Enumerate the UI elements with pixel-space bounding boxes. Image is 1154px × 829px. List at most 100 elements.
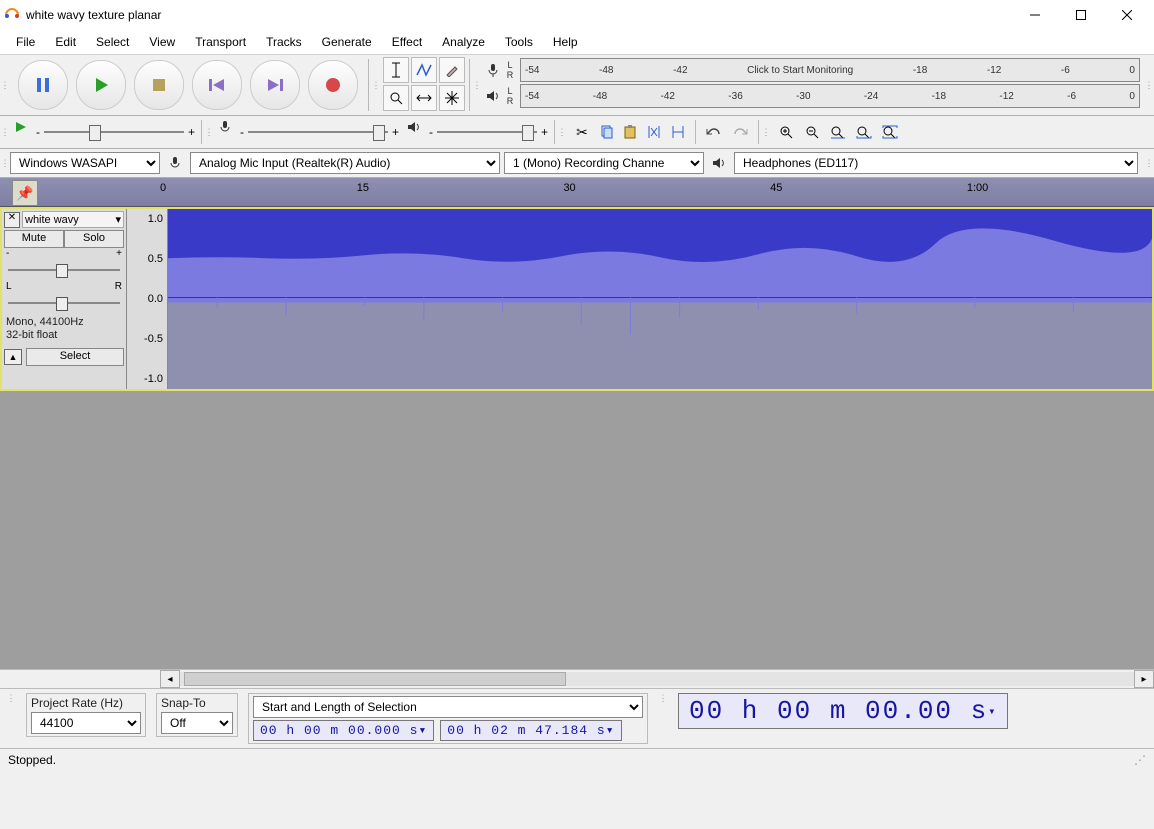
selection-length-time[interactable]: 00 h 02 m 47.184 s▾	[440, 720, 621, 741]
menu-view[interactable]: View	[139, 33, 185, 51]
vertical-scale[interactable]: 1.0 0.5 0.0 -0.5 -1.0	[127, 209, 168, 389]
pin-button[interactable]: 📌	[12, 180, 38, 206]
mic-icon[interactable]	[482, 59, 504, 81]
playback-device-select[interactable]: Headphones (ED117)	[734, 152, 1138, 174]
track-gain-slider[interactable]	[8, 263, 120, 277]
snap-to-select[interactable]: Off	[161, 712, 233, 734]
menu-effect[interactable]: Effect	[382, 33, 432, 51]
tracks-empty-area[interactable]	[0, 391, 1154, 669]
speaker-icon[interactable]	[482, 85, 504, 107]
mic-icon	[214, 116, 236, 138]
scroll-left-button[interactable]: ◂	[160, 670, 180, 688]
status-text: Stopped.	[8, 753, 56, 767]
cut-button[interactable]: ✂	[571, 121, 593, 143]
record-button[interactable]	[308, 60, 358, 110]
menu-bar: File Edit Select View Transport Tracks G…	[0, 30, 1154, 55]
grip-icon[interactable]: ⋮	[472, 55, 482, 115]
track-bitdepth-label: 32-bit float	[6, 329, 122, 342]
recording-meter[interactable]: -54 -48 -42 Click to Start Monitoring -1…	[520, 58, 1140, 82]
play-button[interactable]	[76, 60, 126, 110]
selection-toolbar: ⋮ Project Rate (Hz) 44100 Snap-To Off St…	[0, 688, 1154, 748]
stop-button[interactable]	[134, 60, 184, 110]
mute-button[interactable]: Mute	[4, 230, 64, 248]
audio-position-time[interactable]: 00 h 00 m 00.00 s▾	[678, 693, 1008, 729]
menu-tools[interactable]: Tools	[495, 33, 543, 51]
selection-tool[interactable]	[383, 57, 409, 83]
fit-project-button[interactable]	[853, 121, 875, 143]
multi-tool[interactable]	[439, 85, 465, 111]
speaker-icon	[403, 116, 425, 138]
skip-start-button[interactable]	[192, 60, 242, 110]
track-pan-slider[interactable]	[8, 296, 120, 310]
menu-edit[interactable]: Edit	[45, 33, 86, 51]
track-select-button[interactable]: Select	[26, 348, 124, 366]
envelope-tool[interactable]	[411, 57, 437, 83]
redo-button[interactable]	[730, 121, 752, 143]
project-rate-select[interactable]: 44100	[31, 712, 141, 734]
scrollbar-track[interactable]	[180, 672, 1134, 686]
playback-volume-slider[interactable]	[437, 125, 537, 139]
track-close-button[interactable]: ✕	[4, 212, 20, 228]
grip-icon[interactable]: ⋮	[1144, 55, 1154, 115]
rec-meter-l: L	[504, 60, 516, 70]
trim-button[interactable]	[643, 121, 665, 143]
toolbar-mixer: ⋮ - + ⋮ - + - + ⋮ ✂ ⋮	[0, 116, 1154, 149]
menu-generate[interactable]: Generate	[312, 33, 382, 51]
grip-icon[interactable]: ⋮	[761, 116, 771, 148]
toolbar-transport: ⋮ ⋮ ⋮ LR -54 -48 -42 Click to Start Moni…	[0, 55, 1154, 116]
horizontal-scrollbar[interactable]: ◂ ▸	[0, 669, 1154, 688]
menu-analyze[interactable]: Analyze	[432, 33, 495, 51]
audio-host-select[interactable]: Windows WASAPI	[10, 152, 160, 174]
grip-icon[interactable]: ⋮	[0, 55, 10, 115]
minimize-button[interactable]	[1012, 0, 1058, 30]
close-button[interactable]	[1104, 0, 1150, 30]
menu-file[interactable]: File	[6, 33, 45, 51]
selection-start-time[interactable]: 00 h 00 m 00.000 s▾	[253, 720, 434, 741]
zoom-toggle-button[interactable]	[879, 121, 901, 143]
grip-icon[interactable]: ⋮	[371, 55, 381, 115]
silence-button[interactable]	[667, 121, 689, 143]
recording-channels-select[interactable]: 1 (Mono) Recording Channe	[504, 152, 704, 174]
undo-button[interactable]	[702, 121, 724, 143]
copy-button[interactable]	[595, 121, 617, 143]
timeline-ruler[interactable]: 📌 0 15 30 45 1:00	[0, 178, 1154, 207]
timeshift-tool[interactable]	[411, 85, 437, 111]
grip-icon[interactable]: ⋮	[0, 158, 10, 169]
menu-select[interactable]: Select	[86, 33, 139, 51]
zoom-in-button[interactable]	[775, 121, 797, 143]
recording-volume-slider[interactable]	[248, 125, 388, 139]
fit-selection-button[interactable]	[827, 121, 849, 143]
skip-end-button[interactable]	[250, 60, 300, 110]
waveform-display[interactable]	[168, 209, 1152, 389]
grip-icon[interactable]: ⋮	[1144, 158, 1154, 169]
grip-icon[interactable]: ⋮	[557, 116, 567, 148]
slider-max: +	[392, 125, 399, 139]
solo-button[interactable]: Solo	[64, 230, 124, 248]
recording-device-select[interactable]: Analog Mic Input (Realtek(R) Audio)	[190, 152, 500, 174]
playback-speed-slider[interactable]	[44, 125, 184, 139]
menu-tracks[interactable]: Tracks	[256, 33, 312, 51]
window-title: white wavy texture planar	[26, 8, 161, 22]
maximize-button[interactable]	[1058, 0, 1104, 30]
zoom-out-button[interactable]	[801, 121, 823, 143]
menu-help[interactable]: Help	[543, 33, 588, 51]
device-toolbar: ⋮ Windows WASAPI Analog Mic Input (Realt…	[0, 149, 1154, 178]
paste-button[interactable]	[619, 121, 641, 143]
menu-transport[interactable]: Transport	[185, 33, 256, 51]
track-collapse-button[interactable]: ▲	[4, 349, 22, 365]
playback-meter[interactable]: -54 -48 -42 -36 -30 -24 -18 -12 -6 0	[520, 84, 1140, 108]
resize-grip-icon[interactable]: ⋰	[1134, 753, 1146, 767]
track-name-dropdown[interactable]: white wavy▾	[22, 211, 124, 228]
selection-mode-select[interactable]: Start and Length of Selection	[253, 696, 643, 718]
rec-meter-r: R	[504, 70, 516, 80]
draw-tool[interactable]	[439, 57, 465, 83]
scrollbar-thumb[interactable]	[184, 672, 566, 686]
grip-icon[interactable]: ⋮	[0, 116, 10, 148]
play-at-speed-button[interactable]	[10, 116, 32, 138]
grip-icon[interactable]: ⋮	[6, 693, 16, 704]
zoom-tool[interactable]	[383, 85, 409, 111]
scroll-right-button[interactable]: ▸	[1134, 670, 1154, 688]
grip-icon[interactable]: ⋮	[658, 693, 668, 704]
grip-icon[interactable]: ⋮	[204, 116, 214, 148]
pause-button[interactable]	[18, 60, 68, 110]
